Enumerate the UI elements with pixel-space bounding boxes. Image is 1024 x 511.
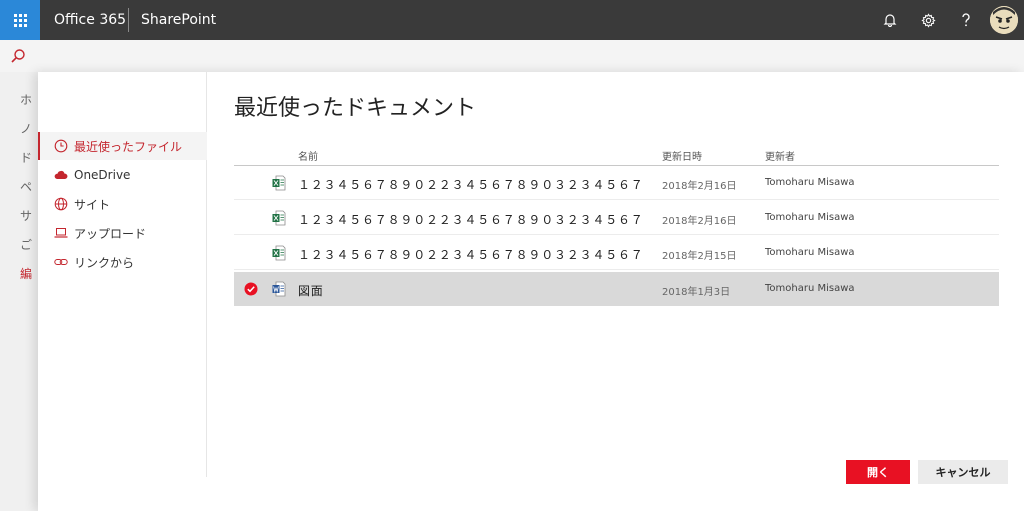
search-bar (0, 40, 1024, 72)
bg-nav-item: ペ (20, 180, 33, 194)
column-header-name[interactable]: 名前 (298, 148, 318, 163)
file-name: １２３４５６７８９０２２３４５６７８９０３２３４５６７８９０... (298, 213, 643, 227)
column-header-modified-by[interactable]: 更新者 (765, 148, 795, 163)
bg-nav-item: サ (20, 209, 33, 223)
file-name: １２３４５６７８９０２２３４５６７８９０３２３４５６７８９０... (298, 248, 643, 262)
cloud-icon (54, 168, 68, 182)
clock-icon (54, 139, 68, 153)
notifications-button[interactable] (878, 8, 902, 32)
table-row-selected[interactable]: 図面 2018年1月3日 Tomoharu Misawa (234, 272, 999, 306)
sidebar-item-label: アップロード (74, 226, 147, 241)
file-name: 図面 (298, 284, 324, 298)
help-icon (962, 13, 970, 27)
app-launcher-button[interactable] (0, 0, 40, 40)
background-nav: ホ ノ ド ペ サ ご 編 (20, 90, 40, 293)
file-modified: 2018年2月16日 (662, 216, 737, 227)
file-modified-by: Tomoharu Misawa (765, 247, 855, 258)
table-header: 名前 更新日時 更新者 (234, 144, 999, 166)
table-row[interactable]: １２３４５６７８９０２２３４５６７８９０３２３４５６７８９０... 2018年2… (234, 236, 999, 270)
search-icon (11, 49, 25, 63)
brand-separator (128, 8, 129, 32)
settings-button[interactable] (916, 8, 940, 32)
sidebar-item-recent[interactable]: 最近使ったファイル (38, 132, 207, 160)
gear-icon (920, 12, 936, 28)
bg-nav-item: ド (20, 151, 33, 165)
waffle-icon (13, 13, 27, 27)
file-modified-by: Tomoharu Misawa (765, 177, 855, 188)
sidebar-item-onedrive[interactable]: OneDrive (38, 161, 207, 189)
bg-nav-item: ご (20, 238, 33, 252)
excel-file-icon (272, 175, 286, 191)
search-button[interactable] (10, 48, 28, 66)
file-modified: 2018年2月15日 (662, 251, 737, 262)
file-picker-panel: 最近使ったファイル OneDrive サイト アップロード リンクから 最近使っ… (38, 72, 1024, 511)
picker-sidebar: 最近使ったファイル OneDrive サイト アップロード リンクから (38, 72, 207, 477)
sidebar-item-upload[interactable]: アップロード (38, 219, 207, 247)
sidebar-item-label: OneDrive (74, 168, 131, 182)
bg-nav-item: ホ (20, 93, 33, 107)
open-button[interactable]: 開く (846, 460, 910, 484)
file-modified: 2018年1月3日 (662, 287, 731, 298)
excel-file-icon (272, 245, 286, 261)
sidebar-item-sites[interactable]: サイト (38, 190, 207, 218)
cancel-button[interactable]: キャンセル (918, 460, 1008, 484)
file-modified: 2018年2月16日 (662, 181, 737, 192)
table-row[interactable]: １２３４５６７８９０２２３４５６７８９０３２３４５６７８９０... 2018年2… (234, 201, 999, 235)
file-modified-by: Tomoharu Misawa (765, 212, 855, 223)
checkmark-icon[interactable] (244, 282, 258, 296)
globe-icon (54, 197, 68, 211)
column-header-modified[interactable]: 更新日時 (662, 148, 702, 163)
excel-file-icon (272, 210, 286, 226)
file-modified-by: Tomoharu Misawa (765, 283, 855, 294)
help-button[interactable] (954, 8, 978, 32)
sidebar-item-label: 最近使ったファイル (74, 139, 183, 154)
sidebar-item-label: リンクから (74, 255, 135, 270)
table-row[interactable]: １２３４５６７８９０２２３４５６７８９０３２３４５６７８９０... 2018年2… (234, 166, 999, 200)
sidebar-item-label: サイト (74, 197, 111, 212)
bg-nav-item: 編 (20, 267, 33, 281)
brand-link[interactable]: Office 365 (54, 0, 126, 40)
file-name: １２３４５６７８９０２２３４５６７８９０３２３４５６７８９０... (298, 178, 643, 192)
page-title: 最近使ったドキュメント (234, 96, 477, 121)
avatar[interactable] (990, 6, 1018, 34)
bg-nav-item: ノ (20, 122, 33, 136)
app-name-link[interactable]: SharePoint (141, 0, 216, 40)
bell-icon (883, 14, 897, 27)
sidebar-item-link[interactable]: リンクから (38, 248, 207, 276)
link-icon (54, 255, 68, 269)
laptop-icon (54, 226, 68, 240)
user-face-icon (990, 6, 1018, 34)
suite-bar: Office 365 SharePoint (0, 0, 1024, 40)
word-file-icon (272, 281, 286, 297)
